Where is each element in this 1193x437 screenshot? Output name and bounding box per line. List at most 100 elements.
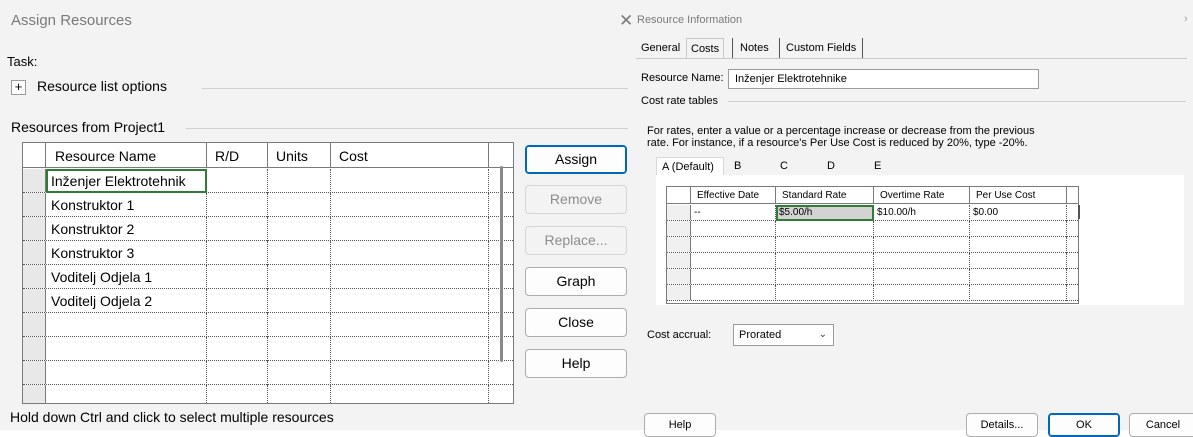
rate-cell-per_use[interactable]	[970, 221, 1067, 237]
table-row[interactable]	[667, 285, 1078, 301]
rate-cell-ot[interactable]	[874, 285, 970, 301]
table-cell-name[interactable]	[46, 361, 207, 385]
table-row[interactable]	[23, 337, 513, 361]
table-cell-name[interactable]: Konstruktor 2	[46, 217, 207, 241]
table-cell-rd[interactable]	[207, 361, 268, 385]
help-button[interactable]: Help	[644, 413, 716, 437]
graph-button[interactable]: Graph	[525, 267, 627, 296]
table-cell-cost[interactable]	[331, 313, 489, 337]
cancel-button[interactable]: Cancel	[1129, 413, 1193, 437]
table-cell-units[interactable]	[268, 265, 331, 289]
rate-cell-ot[interactable]	[874, 269, 970, 285]
table-cell-units[interactable]	[268, 241, 331, 265]
table-cell-name[interactable]: Voditelj Odjela 2	[46, 289, 207, 313]
rate-cell-std[interactable]	[776, 285, 874, 301]
row-header[interactable]	[667, 221, 691, 236]
rate-cell-std[interactable]	[776, 253, 874, 269]
table-cell-units[interactable]	[268, 217, 331, 241]
rate-tab-a-default[interactable]: A (Default)	[656, 157, 724, 176]
table-cell-cost[interactable]	[331, 265, 489, 289]
table-cell-units[interactable]	[268, 385, 331, 403]
resource-list-options-label[interactable]: Resource list options	[37, 78, 167, 94]
row-header[interactable]	[23, 337, 46, 360]
rate-cell-date[interactable]	[691, 285, 776, 301]
rate-cell-ot[interactable]: $10.00/h	[874, 205, 970, 221]
table-cell-units[interactable]	[268, 289, 331, 313]
table-row[interactable]	[23, 361, 513, 385]
table-cell-units[interactable]	[268, 193, 331, 217]
rate-tab-b[interactable]: B	[729, 157, 769, 176]
rate-cell-date[interactable]	[691, 253, 776, 269]
table-cell-rd[interactable]	[207, 313, 268, 337]
row-header[interactable]	[667, 253, 691, 268]
cost-accrual-select[interactable]: Prorated ⌄	[733, 324, 834, 346]
table-cell-units[interactable]	[268, 361, 331, 385]
table-row[interactable]	[667, 221, 1078, 237]
table-cell-units[interactable]	[268, 337, 331, 361]
row-header[interactable]	[23, 361, 46, 384]
help-button[interactable]: Help	[525, 349, 627, 378]
row-header[interactable]	[23, 289, 46, 312]
rate-cell-ot[interactable]	[874, 237, 970, 253]
table-cell-rd[interactable]	[207, 337, 268, 361]
table-cell-name[interactable]: Konstruktor 3	[46, 241, 207, 265]
tab-notes[interactable]: Notes	[736, 38, 773, 58]
table-cell-cost[interactable]	[331, 217, 489, 241]
column-header-overtime-rate[interactable]: Overtime Rate	[874, 187, 970, 204]
rate-cell-per_use[interactable]	[970, 285, 1067, 301]
table-cell-cost[interactable]	[331, 193, 489, 217]
rate-cell-per_use[interactable]	[970, 237, 1067, 253]
rate-cell-ot[interactable]	[874, 221, 970, 237]
table-cell-name[interactable]	[46, 313, 207, 337]
table-cell-rd[interactable]	[207, 217, 268, 241]
table-row[interactable]	[667, 253, 1078, 269]
replace-button[interactable]: Replace...	[525, 226, 627, 255]
row-header[interactable]	[23, 241, 46, 264]
expand-plus-icon[interactable]: +	[11, 80, 26, 95]
column-header-standard-rate[interactable]: Standard Rate	[776, 187, 874, 204]
rate-cell-date[interactable]: --	[691, 205, 776, 221]
table-cell-name[interactable]	[46, 337, 207, 361]
rate-cell-date[interactable]	[691, 269, 776, 285]
table-cell-cost[interactable]	[331, 361, 489, 385]
table-cell-rd[interactable]	[207, 385, 268, 403]
table-row[interactable]: Inženjer Elektrotehnik	[23, 169, 513, 193]
tab-costs[interactable]: Costs	[686, 38, 725, 58]
table-cell-name[interactable]: Voditelj Odjela 1	[46, 265, 207, 289]
rate-cell-std[interactable]	[776, 237, 874, 253]
table-row[interactable]: Voditelj Odjela 1	[23, 265, 513, 289]
assign-button[interactable]: Assign	[525, 145, 627, 174]
rate-tab-e[interactable]: E	[869, 157, 909, 176]
ok-button[interactable]: OK	[1048, 413, 1120, 437]
column-header-per-use-cost[interactable]: Per Use Cost	[970, 187, 1067, 204]
table-row[interactable]: Konstruktor 2	[23, 217, 513, 241]
details-button[interactable]: Details...	[966, 413, 1038, 437]
table-row[interactable]	[667, 269, 1078, 285]
table-cell-name[interactable]: Konstruktor 1	[46, 193, 207, 217]
table-cell-cost[interactable]	[331, 241, 489, 265]
remove-button[interactable]: Remove	[525, 185, 627, 214]
rate-cell-date[interactable]	[691, 221, 776, 237]
column-header-units[interactable]: Units	[268, 143, 331, 168]
table-cell-rd[interactable]	[207, 193, 268, 217]
rate-cell-std[interactable]	[776, 269, 874, 285]
table-cell-cost[interactable]	[331, 337, 489, 361]
table-row[interactable]: Konstruktor 3	[23, 241, 513, 265]
row-header[interactable]	[23, 385, 46, 403]
rate-cell-per_use[interactable]	[970, 269, 1067, 285]
table-cell-units[interactable]	[268, 313, 331, 337]
table-row[interactable]: Konstruktor 1	[23, 193, 513, 217]
column-header-cost[interactable]: Cost	[331, 143, 489, 168]
table-row[interactable]: -- $5.00/h $10.00/h $0.00	[667, 205, 1078, 221]
row-header[interactable]	[667, 205, 691, 220]
tab-general[interactable]: General	[637, 38, 684, 58]
rate-cell-std[interactable]	[776, 221, 874, 237]
rate-cell-date[interactable]	[691, 237, 776, 253]
row-header[interactable]	[23, 169, 46, 192]
column-header-rd[interactable]: R/D	[207, 143, 268, 168]
table-cell-rd[interactable]	[207, 241, 268, 265]
table-cell-name[interactable]: Inženjer Elektrotehnik	[46, 169, 207, 193]
table-row[interactable]	[23, 313, 513, 337]
resource-name-input[interactable]: Inženjer Elektrotehnike	[728, 69, 1039, 89]
row-header[interactable]	[23, 265, 46, 288]
